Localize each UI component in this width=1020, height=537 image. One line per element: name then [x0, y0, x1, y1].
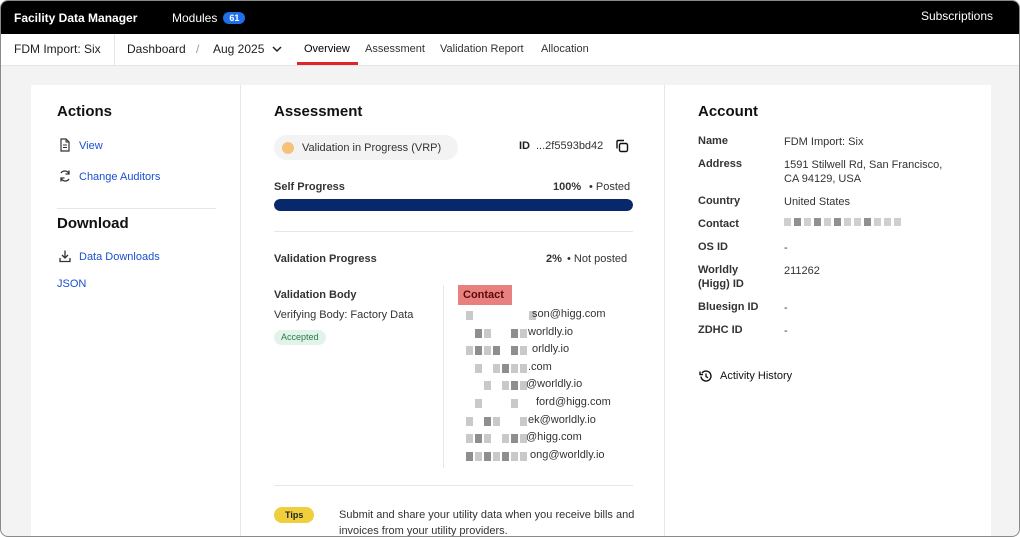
tips-badge: Tips	[274, 507, 315, 523]
main-content: Actions View Change Auditors Download Da…	[31, 85, 991, 537]
accepted-badge: Accepted	[274, 330, 326, 345]
subscriptions-link[interactable]: Subscriptions	[921, 9, 993, 23]
download-heading: Download	[57, 215, 129, 232]
section-divider	[274, 485, 633, 486]
tab-validation-report[interactable]: Validation Report	[440, 43, 524, 55]
history-icon	[699, 370, 712, 382]
self-progress-status: • Posted	[589, 181, 631, 193]
status-text: Validation in Progress (VRP)	[302, 141, 442, 154]
zdhc-id-value: -	[784, 325, 788, 337]
actions-heading: Actions	[57, 103, 113, 120]
chevron-down-icon[interactable]	[271, 43, 283, 55]
copy-icon[interactable]	[615, 139, 629, 153]
view-link[interactable]: View	[79, 140, 103, 152]
app-title: Facility Data Manager	[14, 11, 138, 25]
modules-label: Modules	[172, 11, 218, 25]
tab-assessment[interactable]: Assessment	[365, 43, 425, 55]
tips-text: Submit and share your utility data when …	[339, 509, 635, 537]
activity-history-link[interactable]: Activity History	[720, 370, 792, 382]
name-value: FDM Import: Six	[784, 136, 864, 148]
breadcrumb-separator: /	[196, 42, 200, 56]
verifying-body-text: Verifying Body: Factory Data	[274, 309, 414, 321]
json-download-link[interactable]: JSON	[57, 278, 86, 290]
validation-progress-percent: 2%	[546, 253, 562, 265]
active-tab-indicator	[297, 62, 358, 65]
validation-progress-label: Validation Progress	[274, 253, 377, 265]
account-heading: Account	[698, 103, 758, 120]
section-divider	[274, 231, 633, 232]
assessment-heading: Assessment	[274, 103, 363, 120]
self-progress-label: Self Progress	[274, 181, 345, 193]
period-select[interactable]: Aug 2025	[213, 42, 264, 56]
bluesign-id-value: -	[784, 302, 788, 314]
worldly-id-value: 211262	[784, 265, 820, 277]
country-label: Country	[698, 195, 741, 207]
change-auditors-link[interactable]: Change Auditors	[79, 171, 160, 183]
contact-label: Contact	[698, 218, 739, 230]
self-progress-fill	[274, 199, 633, 211]
facility-name: FDM Import: Six	[14, 42, 101, 56]
tab-allocation[interactable]: Allocation	[541, 43, 589, 55]
tab-overview[interactable]: Overview	[304, 43, 350, 55]
address-line-2: CA 94129, USA	[784, 173, 862, 185]
worldly-id-label-line2: (Higg) ID	[698, 278, 744, 290]
zdhc-id-label: ZDHC ID	[698, 324, 743, 336]
account-panel: Account Name FDM Import: Six Address 159…	[666, 85, 991, 536]
status-dot-icon	[282, 141, 294, 154]
app-window: Facility Data Manager Modules 61 Subscri…	[0, 0, 1020, 537]
id-label: ID	[519, 140, 530, 152]
column-divider	[443, 285, 444, 468]
contact-header: Contact	[458, 285, 512, 305]
section-divider	[57, 208, 216, 209]
nav-divider	[114, 34, 115, 65]
validation-progress-status: • Not posted	[567, 253, 628, 265]
contact-redacted	[784, 218, 901, 226]
self-progress-percent: 100%	[553, 181, 582, 193]
sync-icon	[60, 170, 70, 182]
modules-menu[interactable]: Modules 61	[172, 11, 246, 25]
os-id-value: -	[784, 242, 788, 254]
actions-panel: Actions View Change Auditors Download Da…	[31, 85, 241, 536]
id-value: ...2f5593bd42	[536, 140, 604, 152]
status-badge: Validation in Progress (VRP)	[274, 135, 458, 160]
dashboard-link[interactable]: Dashboard	[127, 42, 186, 56]
assessment-panel: Assessment Validation in Progress (VRP) …	[242, 85, 665, 537]
top-bar: Facility Data Manager Modules 61 Subscri…	[1, 1, 1019, 34]
os-id-label: OS ID	[698, 241, 728, 253]
address-line-1: 1591 Stilwell Rd, San Francisco,	[784, 159, 943, 171]
data-downloads-link[interactable]: Data Downloads	[79, 251, 160, 263]
self-progress-bar	[274, 199, 633, 211]
name-label: Name	[698, 135, 728, 147]
worldly-id-label: Worldly	[698, 264, 739, 276]
validation-body-label: Validation Body	[274, 289, 357, 301]
modules-count-badge: 61	[223, 12, 246, 24]
download-icon	[59, 250, 71, 263]
bluesign-id-label: Bluesign ID	[698, 301, 759, 313]
sub-navigation: FDM Import: Six Dashboard / Aug 2025 Ove…	[1, 34, 1019, 66]
document-icon	[60, 138, 70, 152]
address-label: Address	[698, 158, 743, 170]
country-value: United States	[784, 196, 851, 208]
